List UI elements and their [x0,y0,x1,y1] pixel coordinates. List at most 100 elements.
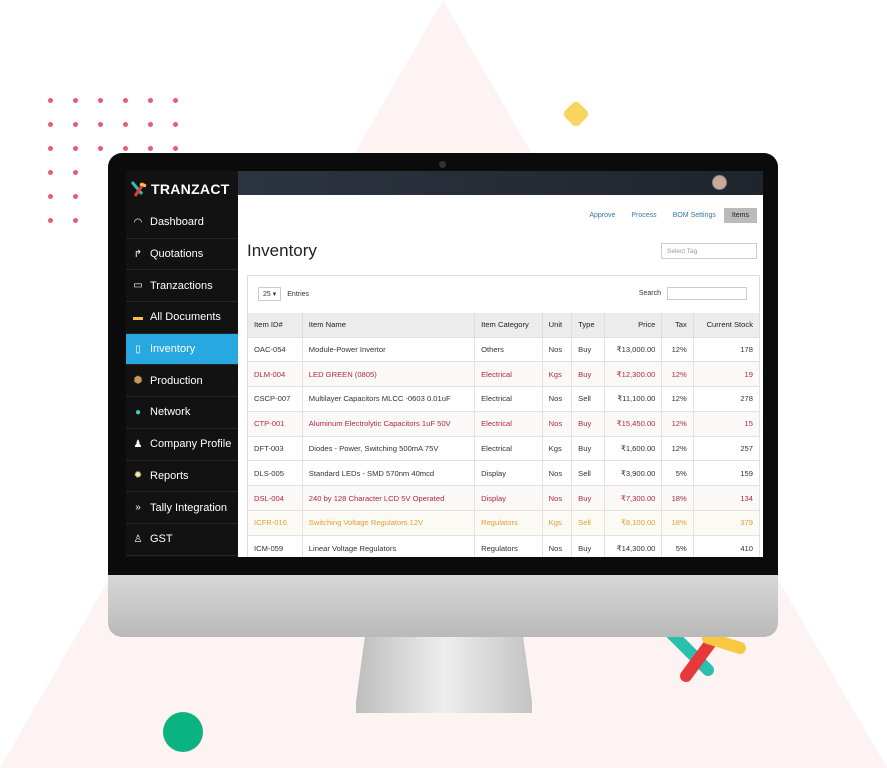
table-cell: 379 [693,510,761,536]
column-header[interactable]: Unit [542,313,573,337]
table-row[interactable]: ICFR-016 Switching Voltage Regulators 12V… [248,510,761,536]
sidebar-item-reports[interactable]: ✹ Reports [126,461,238,493]
table-cell: ₹15,450.00 [604,410,663,437]
table-cell: ICM-059 [248,534,303,557]
dot [98,122,103,127]
user-icon: ♟ [133,438,143,450]
sidebar-item-production[interactable]: ⬢ Production [126,365,238,398]
table-cell: Electrical [474,435,543,461]
globe-icon: ● [134,406,142,418]
table-cell: Others [474,336,543,362]
dot [48,194,53,199]
dot [98,98,103,103]
column-header[interactable]: Current Stock [693,313,761,337]
sidebar-item-dashboard[interactable]: ◠ Dashboard [126,207,238,239]
brand-name: TRANZACT [151,181,230,197]
sidebar-item-label: Tally Integration [150,501,228,514]
table-cell: Kgs [542,510,573,536]
table-cell: Module-Power Invertor [302,336,476,362]
entries-value: 25 [263,291,271,298]
dot [123,98,128,103]
bulb-icon: ✹ [133,470,143,482]
table-row[interactable]: CTP-001 Aluminum Electrolytic Capacitors … [248,410,761,437]
table-cell: 12% [661,410,694,437]
monitor-chin [108,575,778,637]
sidebar-item-all-documents[interactable]: ▬ All Documents [126,302,238,334]
column-header[interactable]: Type [571,313,605,337]
logo-icon [130,181,147,197]
select-tag-input[interactable]: Select Tag [661,243,757,259]
table-cell: 257 [693,435,761,461]
sidebar-item-company-profile[interactable]: ♟ Company Profile [126,429,238,461]
column-header[interactable]: Item Name [302,313,476,337]
table-row[interactable]: DLM-004 LED GREEN (0805) Electrical Kgs Buy ₹… [248,361,761,387]
inventory-table: Item ID# Item Name Item Category Unit Type Pr… [248,313,761,557]
table-cell: Regulators [474,510,543,536]
sidebar-item-tally-integration[interactable]: » Tally Integration [126,492,238,524]
column-header[interactable]: Tax [661,313,694,337]
column-header[interactable]: Item ID# [248,313,303,337]
main-content: Approve Process BOM Settings Items Inventor… [238,195,763,557]
table-cell: Nos [542,410,573,437]
entries-select[interactable]: 25 ▾ [258,287,282,301]
sidebar-item-label: Production [150,374,203,387]
sidebar-item-quotations[interactable]: ↱ Quotations [126,239,238,271]
table-cell: Diodes - Power, Switching 500mA 75V [302,435,476,461]
dot [148,98,153,103]
table-cell: Sell [571,386,605,412]
column-header[interactable]: Item Category [474,313,543,337]
table-cell: Multilayer Capacitors MLCC -0603 0.01uF [302,386,476,412]
table-cell: 18% [661,485,694,511]
sidebar-item-network[interactable]: ● Network [126,397,238,429]
table-cell: Nos [542,485,573,511]
avatar[interactable] [712,175,727,190]
sidebar-item-gst[interactable]: ♙ GST [126,524,238,556]
table-cell: DLS-005 [248,460,303,486]
table-row[interactable]: DFT-003 Diodes - Power, Switching 500mA 7… [248,435,761,461]
dot [48,146,53,151]
decorative-circle [163,712,203,752]
table-cell: ICFR-016 [248,510,303,536]
table-cell: CTP-001 [248,410,303,437]
table-cell: 18% [661,510,694,536]
table-cell: Aluminum Electrolytic Capacitors 1uF 50V [302,410,476,437]
sidebar-item-label: Quotations [150,248,204,261]
tab-bom-settings[interactable]: BOM Settings [665,208,724,223]
table-cell: 12% [661,361,694,387]
search-input[interactable] [667,287,747,300]
table-cell: ₹14,300.00 [604,534,663,557]
inventory-panel: 25 ▾ Entries Search Item ID# Item Name Item… [247,275,761,557]
table-cell: 240 by 128 Character LCD 5V Operated [302,485,476,511]
dot [73,194,78,199]
sidebar-item-tranzactions[interactable]: ▭ Tranzactions [126,270,238,303]
table-row[interactable]: DSL-004 240 by 128 Character LCD 5V Opera… [248,485,761,511]
table-row[interactable]: OAC-054 Module-Power Invertor Others Nos Buy… [248,336,761,362]
table-cell: Buy [571,361,605,387]
table-cell: Sell [571,510,605,536]
table-cell: 134 [693,485,761,511]
brand-logo[interactable]: TRANZACT [126,171,238,207]
table-cell: Buy [571,336,605,362]
sidebar-item-inventory[interactable]: ▯ Inventory [126,333,238,366]
search-label: Search [638,290,661,297]
table-row[interactable]: CSCP-007 Multilayer Capacitors MLCC -0603… [248,386,761,412]
monitor-stand [356,637,532,713]
table-cell: Standard LEDs - SMD 570nm 40mcd [302,460,476,486]
column-header[interactable]: Price [604,313,663,337]
tab-approve[interactable]: Approve [581,208,623,223]
sidebar-item-label: Company Profile [150,438,232,451]
double-chevron-icon: » [135,502,141,514]
camera [439,161,446,168]
tab-process[interactable]: Process [623,208,664,223]
table-cell: OAC-054 [248,336,303,362]
table-cell: ₹8,100.00 [604,510,663,536]
table-cell: Regulators [474,534,543,557]
box-icon: ⬢ [133,375,143,387]
sidebar-item-label: All Documents [150,311,221,324]
table-cell: Linear Voltage Regulators [302,534,476,557]
table-row[interactable]: ICM-059 Linear Voltage Regulators Regulato… [248,534,761,557]
tab-items[interactable]: Items [723,208,757,223]
table-row[interactable]: DLS-005 Standard LEDs - SMD 570nm 40mcd Di… [248,460,761,486]
table-cell: 15 [693,410,761,437]
table-cell: 410 [693,534,761,557]
